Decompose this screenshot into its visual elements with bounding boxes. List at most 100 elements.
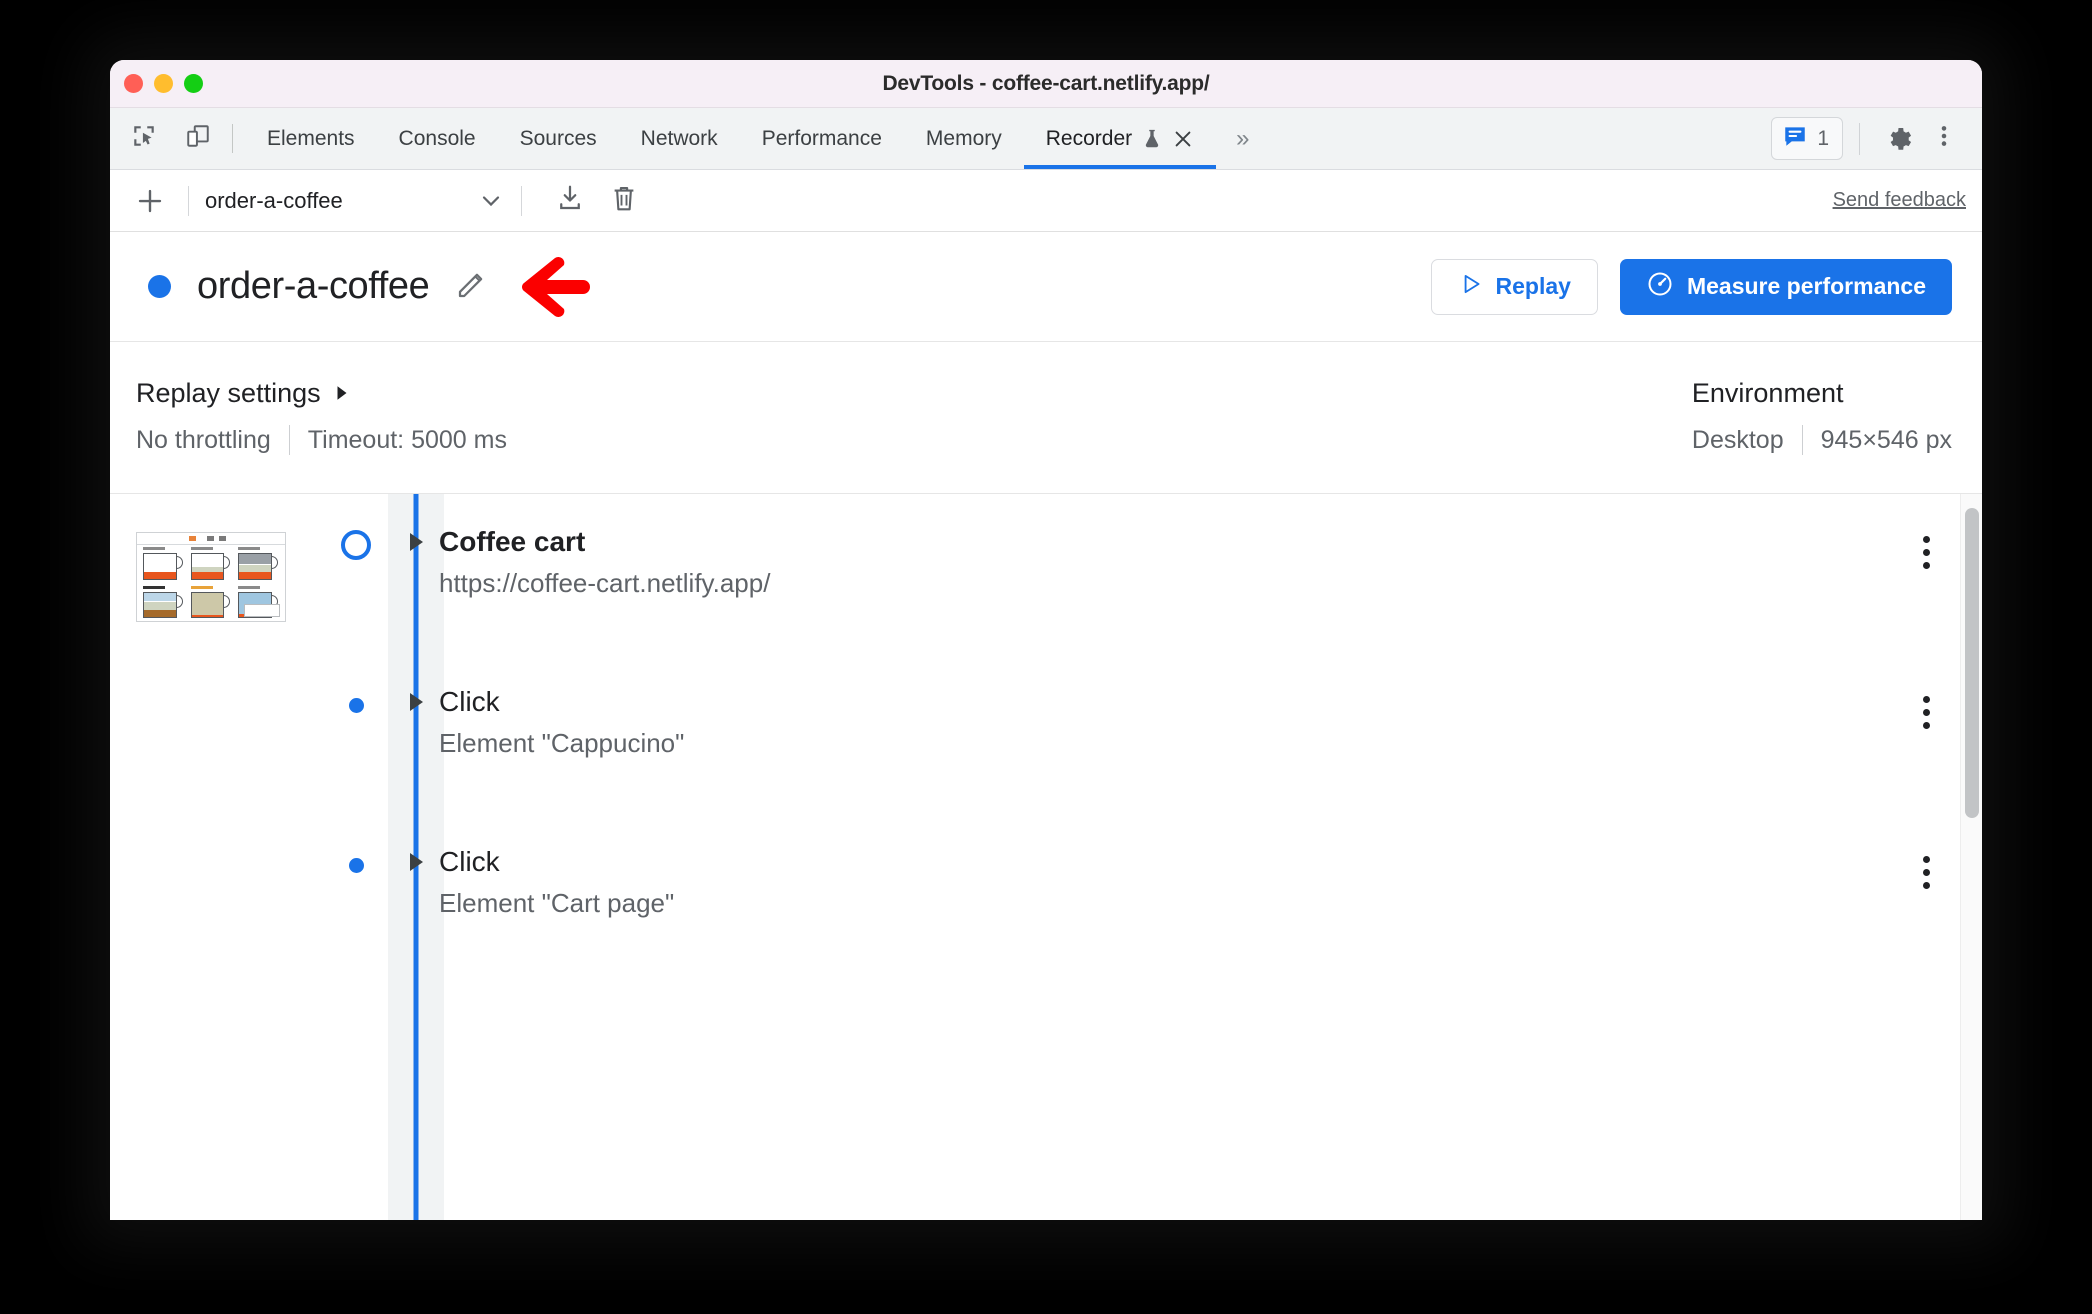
thumbnail-product-grid [142,547,280,619]
step-title: Click [439,846,500,877]
step-marker [328,518,384,560]
tabbar-divider [232,124,233,153]
inspect-element-icon [131,123,157,154]
steps-scrollbar-thumb[interactable] [1965,508,1979,818]
play-triangle-icon [1458,271,1484,303]
import-recording-button[interactable] [548,179,592,223]
tab-performance[interactable]: Performance [740,108,904,169]
recording-header: order-a-coffee Replay Measure performanc… [110,232,1982,342]
chevron-down-icon [477,187,505,215]
settings-button[interactable] [1876,117,1920,161]
issues-speech-bubble-icon [1782,123,1808,154]
tabbar-right-divider [1859,122,1860,155]
step-expand-triangle-icon[interactable] [410,533,423,551]
tab-recorder-label: Recorder [1045,126,1133,150]
add-recording-button[interactable] [128,179,172,223]
value-divider [288,425,290,455]
environment-column: Environment Desktop 945×546 px [1692,342,1952,493]
close-recorder-tab-button[interactable] [1172,128,1194,150]
devtools-window: DevTools - coffee-cart.netlify.app/ Elem… [110,60,1982,1220]
pencil-icon [454,266,490,307]
step-subtitle: Element "Cart page" [439,888,675,918]
settings-environment-row: Replay settings No throttling Timeout: 5… [110,342,1982,494]
kebab-menu-icon [1923,536,1930,543]
triangle-right-icon [333,378,351,409]
tab-recorder[interactable]: Recorder [1023,108,1217,169]
recorder-toolbar: order-a-coffee Send feedback [110,170,1982,232]
replay-settings-label: Replay settings [136,378,321,408]
experimental-flask-icon [1141,128,1163,150]
tab-performance-label: Performance [761,126,882,150]
step-thumbnail-slot [136,678,308,692]
replay-settings-column: Replay settings No throttling Timeout: 5… [136,342,507,493]
environment-device: Desktop [1691,425,1784,454]
step-row-click-cart-page[interactable]: Click Element "Cart page" [110,838,1982,998]
send-feedback-link[interactable]: Send feedback [1833,189,1966,212]
device-toolbar-icon [185,123,211,154]
recording-selector[interactable]: order-a-coffee [205,187,505,215]
issues-count: 1 [1817,126,1829,150]
step-thumbnail-slot [136,518,308,622]
replay-button[interactable]: Replay [1430,258,1598,315]
more-tabs-label: » [1236,124,1250,152]
step-title: Coffee cart [439,526,586,557]
step-content: Click Element "Cart page" [410,838,1923,919]
tab-elements[interactable]: Elements [245,108,377,169]
gear-icon [1884,122,1913,156]
thumbnail-cup [142,547,185,581]
devtools-tabbar: Elements Console Sources Network Perform… [110,108,1982,170]
tab-sources[interactable]: Sources [498,108,619,169]
inspect-element-button[interactable] [124,119,164,159]
devtools-tab-list: Elements Console Sources Network Perform… [245,108,1269,169]
kebab-menu-icon [1931,123,1957,154]
replay-settings-values: No throttling Timeout: 5000 ms [136,425,507,455]
main-menu-button[interactable] [1922,117,1966,161]
toolbar-divider-2 [521,185,522,216]
thumbnail-cup [142,585,185,620]
step-menu-button[interactable] [1923,838,1930,889]
recording-header-buttons: Replay Measure performance [1430,258,1952,315]
step-subtitle: Element "Cappucino" [439,728,685,758]
tab-network[interactable]: Network [619,108,740,169]
issues-button[interactable]: 1 [1771,117,1843,160]
steps-list: Coffee cart https://coffee-cart.netlify.… [110,494,1982,1220]
replay-settings-toggle[interactable]: Replay settings [136,378,507,409]
step-menu-button[interactable] [1923,678,1930,729]
step-content: Coffee cart https://coffee-cart.netlify.… [410,518,1923,599]
recording-title: order-a-coffee [197,265,430,307]
thumbnail-cup [190,585,233,620]
thumbnail-cup [190,547,233,581]
step-expand-triangle-icon[interactable] [410,693,423,711]
device-toolbar-button[interactable] [178,119,218,159]
replay-button-label: Replay [1495,273,1571,299]
tab-network-label: Network [640,126,718,150]
measure-performance-label: Measure performance [1686,273,1926,299]
tab-elements-label: Elements [267,126,355,150]
value-divider [1801,425,1803,455]
kebab-menu-icon [1923,696,1930,703]
step-title: Click [439,686,500,717]
environment-heading: Environment [1692,378,1952,409]
step-marker-solid-icon [341,690,371,720]
step-row-click-cappucino[interactable]: Click Element "Cappucino" [110,678,1982,838]
delete-recording-button[interactable] [602,179,646,223]
environment-values: Desktop 945×546 px [1692,425,1952,455]
step-expand-triangle-icon[interactable] [410,853,423,871]
step-thumbnail-slot [136,838,308,852]
step-marker-solid-icon [341,850,371,880]
thumbnail-topbar [137,533,285,545]
red-left-arrow-annotation [511,254,593,320]
recorder-toolbar-actions [548,179,646,223]
throttling-value: No throttling [136,425,271,454]
step-row-navigate[interactable]: Coffee cart https://coffee-cart.netlify.… [110,518,1982,678]
edit-recording-name-button[interactable] [451,266,493,308]
tab-console[interactable]: Console [377,108,498,169]
step-marker [328,838,384,880]
tab-memory[interactable]: Memory [904,108,1024,169]
more-tabs-button[interactable]: » [1216,108,1269,169]
measure-performance-button[interactable]: Measure performance [1619,258,1952,315]
window-title: DevTools - coffee-cart.netlify.app/ [882,71,1210,95]
steps-scrollbar[interactable] [1960,494,1982,1220]
step-screenshot-thumbnail [136,532,286,622]
step-menu-button[interactable] [1923,518,1930,569]
